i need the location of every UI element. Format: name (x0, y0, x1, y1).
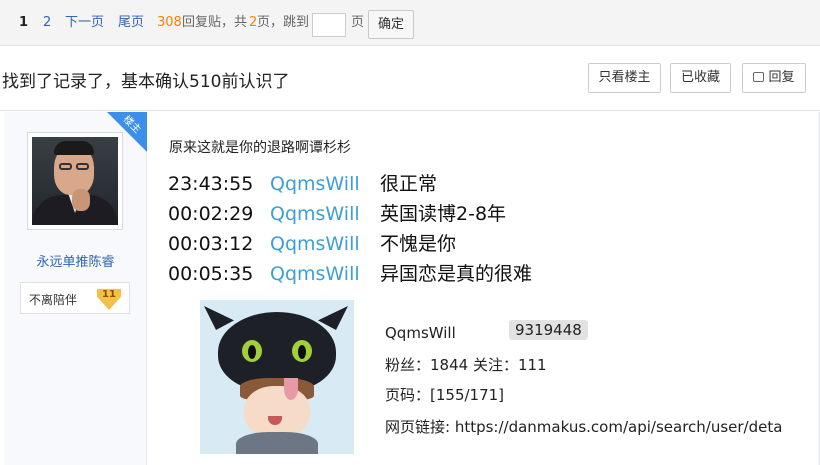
pages-suffix: 页， (257, 15, 284, 30)
author-name[interactable]: 永远单推陈睿 (4, 251, 146, 270)
confirm-button[interactable]: 确定 (368, 10, 414, 39)
profile-page-line: 页码：[155/171] (385, 386, 505, 404)
user-profile-card: QqmsWill 9319448 粉丝：1844 关注：111 页码：[155/… (370, 310, 790, 460)
reply-button-label: 回复 (768, 70, 795, 85)
replies-text: 回复贴，共 (182, 15, 248, 30)
chat-user: QqmsWill (270, 263, 360, 285)
chat-message: 不愧是你 (380, 233, 457, 255)
chat-message: 异国恋是真的很难 (380, 263, 533, 285)
chat-user: QqmsWill (270, 203, 360, 225)
badge-label: 不离陪伴 (29, 293, 78, 307)
avatar-image (32, 137, 118, 225)
thread-header: 找到了记录了，基本确认510前认识了 只看楼主 已收藏 回复 (0, 47, 820, 111)
chat-time: 00:02:29 (168, 203, 254, 225)
badge-level: 11 (102, 289, 116, 300)
author-panel: 永远单推陈睿 不离陪伴 11 (4, 112, 147, 465)
last-page-link[interactable]: 尾页 (118, 15, 144, 31)
profile-fans-line: 粉丝：1844 关注：111 (385, 356, 547, 374)
chat-time: 00:05:35 (168, 263, 254, 285)
reply-button[interactable]: 回复 (742, 63, 806, 93)
chat-log-image: 23:43:55 QqmsWill 很正常 00:02:29 QqmsWill … (160, 163, 790, 293)
profile-link-line: 网页链接: https://danmakus.com/api/search/us… (385, 418, 783, 436)
goto-page-input[interactable] (312, 13, 346, 37)
page-2-link[interactable]: 2 (43, 15, 51, 31)
chat-user: QqmsWill (270, 233, 360, 255)
collected-button[interactable]: 已收藏 (670, 63, 731, 93)
avatar[interactable] (27, 132, 123, 230)
current-page: 1 (19, 15, 29, 30)
post-text: 原来这就是你的退路啊谭杉杉 (169, 140, 351, 156)
chat-user: QqmsWill (270, 173, 360, 195)
profile-uid: 9319448 (509, 320, 588, 340)
thread-title: 找到了记录了，基本确认510前认识了 (2, 72, 290, 92)
profile-avatar-image (200, 300, 354, 454)
reply-icon (753, 72, 765, 82)
pagination-bar: 1 2 下一页 尾页 308 回复贴，共 2 页， 跳到 页 确定 (0, 0, 820, 46)
page-suffix: 页 (351, 15, 365, 30)
reply-count: 308 (157, 15, 182, 30)
only-op-button[interactable]: 只看楼主 (588, 63, 661, 93)
goto-label: 跳到 (283, 15, 310, 30)
chat-time: 00:03:12 (168, 233, 254, 255)
profile-username: QqmsWill (385, 324, 456, 342)
chat-message: 英国读博2-8年 (380, 203, 507, 225)
fan-badge[interactable]: 不离陪伴 11 (20, 282, 130, 314)
next-page-link[interactable]: 下一页 (65, 15, 104, 31)
chat-message: 很正常 (380, 173, 438, 195)
chat-time: 23:43:55 (168, 173, 254, 195)
